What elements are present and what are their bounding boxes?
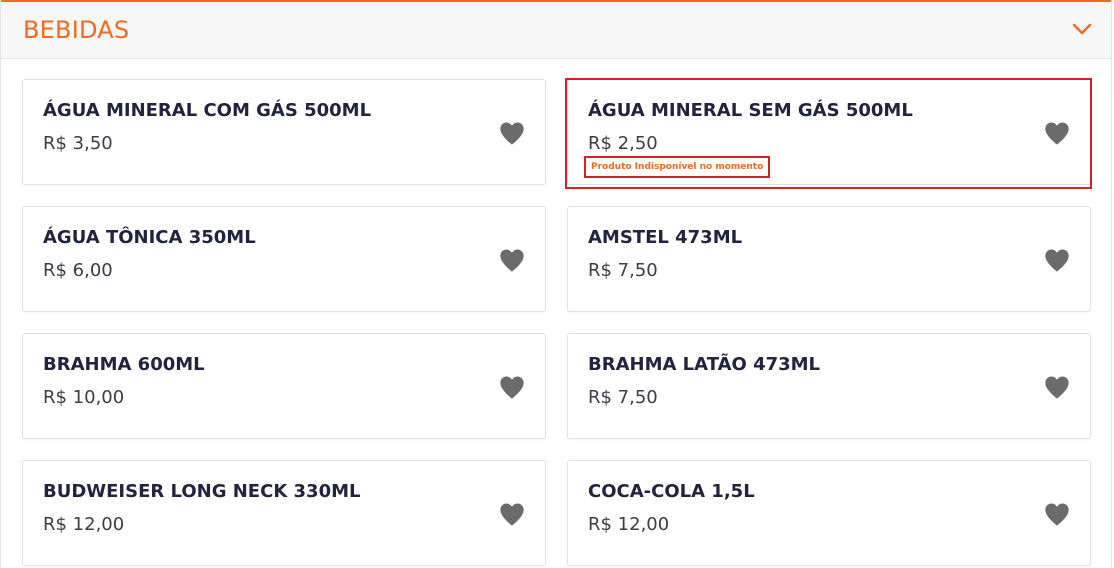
- product-name: BRAHMA 600ML: [43, 354, 205, 375]
- category-panel: BEBIDAS ÁGUA MINERAL COM GÁS 500ML R$ 3,…: [0, 0, 1112, 568]
- heart-icon[interactable]: [498, 120, 526, 146]
- product-price: R$ 10,00: [43, 387, 125, 408]
- heart-icon[interactable]: [1043, 501, 1071, 527]
- product-card[interactable]: BUDWEISER LONG NECK 330ML R$ 12,00: [22, 460, 546, 566]
- product-price: R$ 12,00: [43, 514, 125, 535]
- product-card[interactable]: BRAHMA 600ML R$ 10,00: [22, 333, 546, 439]
- heart-icon[interactable]: [1043, 374, 1071, 400]
- product-card[interactable]: AMSTEL 473ML R$ 7,50: [567, 206, 1091, 312]
- heart-icon[interactable]: [498, 374, 526, 400]
- product-name: AMSTEL 473ML: [588, 227, 743, 248]
- product-price: R$ 7,50: [588, 260, 658, 281]
- product-price: R$ 6,00: [43, 260, 113, 281]
- product-name: COCA-COLA 1,5L: [588, 481, 755, 502]
- category-title: BEBIDAS: [23, 16, 130, 44]
- product-card[interactable]: ÁGUA MINERAL COM GÁS 500ML R$ 3,50: [22, 79, 546, 185]
- product-name: ÁGUA MINERAL COM GÁS 500ML: [43, 100, 372, 121]
- product-name: BRAHMA LATÃO 473ML: [588, 354, 821, 375]
- product-card[interactable]: BRAHMA LATÃO 473ML R$ 7,50: [567, 333, 1091, 439]
- heart-icon[interactable]: [1043, 247, 1071, 273]
- product-name: BUDWEISER LONG NECK 330ML: [43, 481, 361, 502]
- product-name: ÁGUA TÔNICA 350ML: [43, 227, 256, 248]
- chevron-down-icon[interactable]: [1071, 18, 1093, 40]
- product-card[interactable]: ÁGUA TÔNICA 350ML R$ 6,00: [22, 206, 546, 312]
- heart-icon[interactable]: [498, 501, 526, 527]
- highlight-box: [565, 78, 1092, 189]
- product-price: R$ 3,50: [43, 133, 113, 154]
- product-price: R$ 7,50: [588, 387, 658, 408]
- product-card[interactable]: COCA-COLA 1,5L R$ 12,00: [567, 460, 1091, 566]
- product-price: R$ 12,00: [588, 514, 670, 535]
- category-header[interactable]: BEBIDAS: [1, 0, 1111, 59]
- heart-icon[interactable]: [498, 247, 526, 273]
